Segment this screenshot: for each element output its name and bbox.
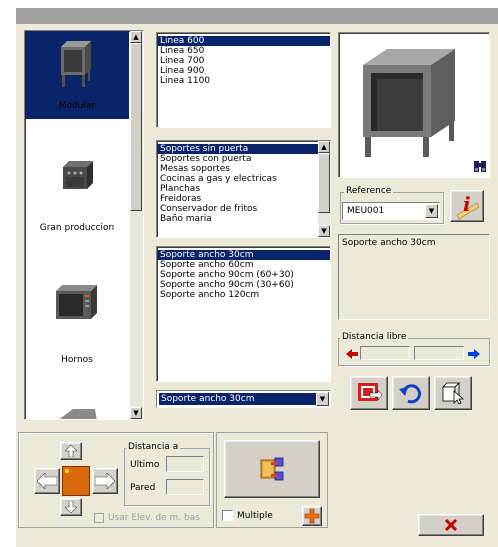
list-item[interactable]: Soporte ancho 60cm bbox=[157, 260, 330, 270]
multiple-label: Multiple bbox=[237, 511, 273, 521]
svg-text:i: i bbox=[463, 193, 471, 216]
combo-value: Soporte ancho 30cm bbox=[159, 393, 316, 405]
multiple-checkbox[interactable] bbox=[222, 510, 233, 521]
cabinet-top-icon bbox=[59, 409, 97, 419]
chevron-down-icon[interactable]: ▼ bbox=[425, 204, 438, 218]
pared-field[interactable] bbox=[166, 479, 204, 495]
move-left-button[interactable] bbox=[34, 468, 60, 494]
info-button[interactable]: i bbox=[450, 190, 484, 222]
info-icon: i bbox=[456, 193, 480, 219]
list-item[interactable]: Soporte ancho 90cm (30+60) bbox=[157, 280, 330, 290]
position-marker[interactable] bbox=[62, 466, 90, 496]
title-bar bbox=[16, 8, 498, 24]
preview-panel bbox=[338, 32, 490, 178]
category-gran-produccion[interactable]: Gran produccion bbox=[25, 141, 129, 241]
category-label: Hornos bbox=[61, 355, 93, 365]
scroll-thumb[interactable] bbox=[130, 43, 142, 211]
category-label: Modular bbox=[58, 101, 96, 111]
list-item[interactable]: Linea 1100 bbox=[157, 76, 330, 86]
plus-icon bbox=[304, 508, 320, 524]
list-item[interactable]: Linea 900 bbox=[157, 66, 330, 76]
lineas-list[interactable]: Linea 600 Linea 650 Linea 700 Linea 900 … bbox=[156, 32, 331, 128]
distancia-a-label: Distancia a bbox=[126, 442, 181, 452]
connect-button[interactable] bbox=[224, 440, 320, 498]
oven-icon bbox=[56, 285, 97, 319]
insert-icon bbox=[358, 383, 382, 401]
reference-combo[interactable]: MEU001 ▼ bbox=[342, 202, 440, 220]
modelo-combo[interactable]: Soporte ancho 30cm ▼ bbox=[156, 390, 331, 408]
list-item[interactable]: Soporte ancho 120cm bbox=[157, 290, 330, 300]
modular-cabinet-icon bbox=[61, 41, 91, 87]
distancia-libre-label: Distancia libre bbox=[340, 332, 409, 342]
list-item[interactable]: Conservador de fritos bbox=[157, 204, 330, 214]
close-icon bbox=[444, 518, 458, 532]
main-panel: Modular Gran produccion Hornos ▲ ▼ Linea… bbox=[16, 24, 498, 547]
list-item[interactable]: Soporte ancho 30cm bbox=[157, 250, 330, 260]
usar-elev-label: Usar Elev. de m. bas bbox=[108, 513, 200, 523]
arrow-right-icon bbox=[95, 473, 115, 489]
cabinet-preview-image bbox=[363, 49, 455, 157]
description-box: Soporte ancho 30cm bbox=[338, 234, 490, 320]
scroll-down-button[interactable]: ▼ bbox=[130, 407, 142, 419]
arrow-up-icon bbox=[65, 445, 77, 457]
stove-icon bbox=[63, 161, 93, 189]
list-item[interactable]: Planchas bbox=[157, 184, 330, 194]
description-text: Soporte ancho 30cm bbox=[342, 238, 436, 248]
add-button[interactable] bbox=[302, 506, 322, 526]
binoculars-icon[interactable] bbox=[473, 159, 487, 173]
category-partial-item[interactable] bbox=[55, 405, 99, 419]
reference-label: Reference bbox=[344, 186, 394, 196]
connect-icon bbox=[260, 457, 284, 481]
category-label: Gran produccion bbox=[39, 223, 115, 233]
list-item[interactable]: Soportes con puerta bbox=[157, 154, 330, 164]
category-scrollbar[interactable]: ▲ ▼ bbox=[130, 31, 143, 419]
move-down-button[interactable] bbox=[60, 498, 82, 516]
undo-icon bbox=[399, 384, 421, 404]
usar-elev-checkbox[interactable] bbox=[94, 513, 104, 523]
arrow-right-icon[interactable] bbox=[468, 349, 480, 359]
scroll-up-button[interactable]: ▲ bbox=[318, 141, 330, 153]
list-item[interactable]: Soportes sin puerta bbox=[157, 144, 330, 154]
undo-button[interactable] bbox=[392, 376, 430, 410]
select-box-button[interactable] bbox=[434, 376, 472, 410]
list-item[interactable]: Mesas soportes bbox=[157, 164, 330, 174]
arrow-down-icon bbox=[65, 501, 77, 513]
close-button[interactable] bbox=[418, 514, 484, 536]
distancia-libre-right-field[interactable] bbox=[414, 346, 464, 360]
insert-button[interactable] bbox=[350, 376, 388, 410]
distancia-libre-left-field[interactable] bbox=[360, 346, 410, 360]
arrow-left-icon[interactable] bbox=[346, 349, 358, 359]
modelos-list[interactable]: Soporte ancho 30cm Soporte ancho 60cm So… bbox=[156, 246, 331, 382]
list-item[interactable]: Cocinas a gas y electricas bbox=[157, 174, 330, 184]
category-list[interactable]: Modular Gran produccion Hornos ▲ ▼ bbox=[24, 30, 144, 420]
move-up-button[interactable] bbox=[60, 442, 82, 460]
list-item[interactable]: Freidoras bbox=[157, 194, 330, 204]
combo-value: MEU001 bbox=[347, 206, 385, 216]
category-modular[interactable]: Modular bbox=[25, 31, 129, 119]
pared-label: Pared bbox=[130, 483, 156, 493]
scroll-thumb[interactable] bbox=[318, 153, 330, 213]
list-item[interactable]: Linea 700 bbox=[157, 56, 330, 66]
list-item[interactable]: Soporte ancho 90cm (60+30) bbox=[157, 270, 330, 280]
scroll-up-button[interactable]: ▲ bbox=[130, 31, 142, 43]
tipos-list[interactable]: Soportes sin puerta Soportes con puerta … bbox=[156, 140, 331, 238]
list-item[interactable]: Linea 650 bbox=[157, 46, 330, 56]
app-window: Modular Gran produccion Hornos ▲ ▼ Linea… bbox=[0, 0, 498, 547]
chevron-down-icon[interactable]: ▼ bbox=[316, 392, 329, 406]
ultimo-field[interactable] bbox=[166, 456, 204, 472]
move-right-button[interactable] bbox=[92, 468, 118, 494]
arrow-left-icon bbox=[37, 473, 57, 489]
list-item[interactable]: Linea 600 bbox=[157, 36, 330, 46]
scroll-down-button[interactable]: ▼ bbox=[318, 225, 330, 237]
tipos-scrollbar[interactable]: ▲ ▼ bbox=[318, 141, 330, 237]
category-hornos[interactable]: Hornos bbox=[25, 271, 129, 371]
ultimo-label: Ultimo bbox=[130, 460, 160, 470]
list-item[interactable]: Baño maria bbox=[157, 214, 330, 224]
select-box-icon bbox=[442, 382, 465, 405]
